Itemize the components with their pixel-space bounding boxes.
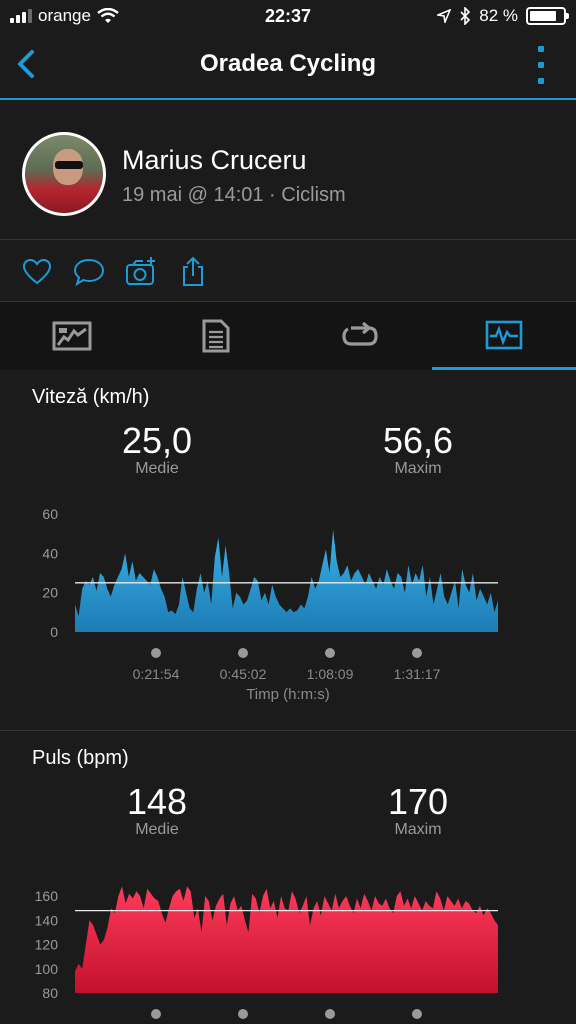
x-tick-label: 1:08:09 <box>307 666 354 682</box>
series-area <box>75 529 498 632</box>
heart-rate-section: Puls (bpm) 148 Medie 170 Maxim 80 100 120 1… <box>0 731 576 1024</box>
battery-percent: 82 % <box>479 6 518 25</box>
tab-summary[interactable] <box>0 302 144 370</box>
y-tick-label: 20 <box>42 585 58 601</box>
x-tick-marker <box>151 1009 161 1019</box>
tab-laps[interactable] <box>288 302 432 370</box>
activity-tabs <box>0 302 576 370</box>
share-icon[interactable] <box>176 255 210 289</box>
activity-meta: 19 mai @ 14:01 · Ciclism <box>122 184 346 206</box>
map-summary-icon <box>52 321 92 351</box>
speed-section: Viteză (km/h) 25,0 Medie 56,6 Maxim 0 20 4… <box>0 370 576 730</box>
details-icon <box>202 319 230 353</box>
x-tick-marker <box>412 1009 422 1019</box>
heart-rate-max: 170 Maxim <box>318 781 518 839</box>
heart-rate-chart[interactable]: 80 100 120 140 160 <box>0 864 576 1024</box>
navigation-bar: Oradea Cycling <box>0 32 576 100</box>
heart-rate-title: Puls (bpm) <box>32 747 129 769</box>
x-tick-marker <box>151 648 161 658</box>
status-right: 82 % <box>437 6 569 26</box>
location-arrow-icon <box>437 9 452 23</box>
speed-max-label: Maxim <box>394 460 442 477</box>
speed-average-label: Medie <box>135 460 179 477</box>
heart-icon[interactable] <box>20 255 54 289</box>
x-tick-marker <box>325 648 335 658</box>
laps-icon <box>342 322 378 346</box>
x-tick-label: 1:31:17 <box>394 666 441 682</box>
action-bar <box>0 240 576 302</box>
x-tick-marker <box>238 1009 248 1019</box>
speed-average-value: 25,0 <box>121 420 193 461</box>
x-tick-label: 0:21:54 <box>133 666 180 682</box>
comment-icon[interactable] <box>72 255 106 289</box>
speed-max: 56,6 Maxim <box>318 420 518 478</box>
y-tick-label: 120 <box>35 937 59 953</box>
charts-icon <box>485 320 523 349</box>
y-tick-label: 0 <box>50 624 58 640</box>
speed-max-value: 56,6 <box>382 420 454 461</box>
page-title: Oradea Cycling <box>199 50 377 77</box>
heart-rate-average-value: 148 <box>126 781 188 822</box>
speed-average: 25,0 Medie <box>57 420 257 478</box>
battery-icon <box>526 7 569 25</box>
speed-title: Viteză (km/h) <box>32 386 150 408</box>
heart-rate-average: 148 Medie <box>57 781 257 839</box>
x-tick-marker <box>325 1009 335 1019</box>
x-tick-label: 0:45:02 <box>220 666 267 682</box>
y-tick-label: 100 <box>35 961 59 977</box>
tab-charts[interactable] <box>432 302 576 370</box>
y-tick-label: 60 <box>42 506 58 522</box>
status-bar: orange 22:37 82 % <box>0 0 576 32</box>
y-tick-label: 40 <box>42 545 58 561</box>
avatar[interactable] <box>22 132 106 216</box>
x-tick-marker <box>412 648 422 658</box>
camera-add-icon[interactable] <box>124 255 158 289</box>
activity-header: Marius Cruceru 19 mai @ 14:01 · Ciclism <box>0 100 576 240</box>
y-tick-label: 140 <box>35 912 59 928</box>
athlete-name[interactable]: Marius Cruceru <box>122 145 307 176</box>
heart-rate-max-value: 170 <box>387 781 449 822</box>
bluetooth-icon <box>460 7 471 25</box>
y-tick-label: 80 <box>42 985 58 1001</box>
x-tick-marker <box>238 648 248 658</box>
heart-rate-average-label: Medie <box>135 821 179 838</box>
speed-x-axis-label: Timp (h:m:s) <box>246 686 330 703</box>
tab-details[interactable] <box>144 302 288 370</box>
heart-rate-max-label: Maxim <box>394 821 442 838</box>
series-area <box>75 886 498 993</box>
y-tick-label: 160 <box>35 888 59 904</box>
more-options-icon[interactable] <box>538 46 546 84</box>
